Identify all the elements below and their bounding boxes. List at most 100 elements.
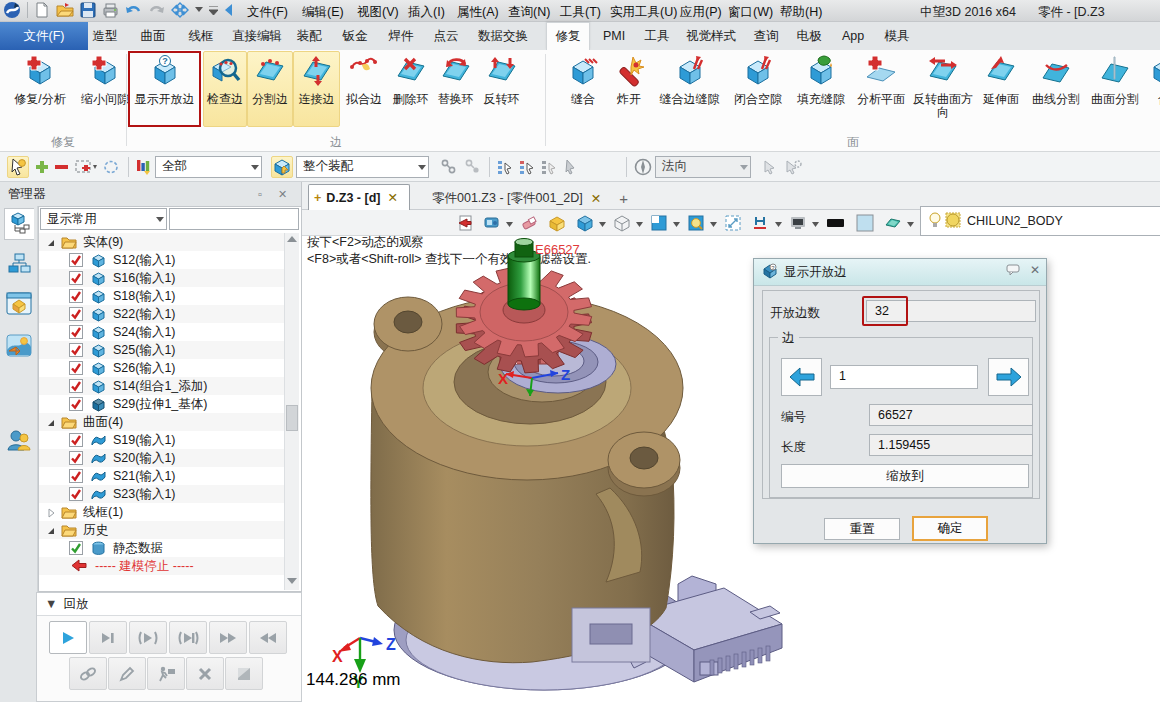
dialog-close-icon[interactable]: ✕ <box>1030 263 1040 277</box>
assembly-tab-icon[interactable] <box>4 248 34 280</box>
tab-13[interactable]: 视觉样式 <box>680 22 742 50</box>
tab-5[interactable]: 装配 <box>289 22 329 50</box>
tree-item[interactable]: S23(输入1) <box>39 485 284 503</box>
scroll-thumb[interactable] <box>286 405 298 431</box>
tree-item[interactable]: S16(输入1) <box>39 269 284 287</box>
collapse-ribbon-icon[interactable] <box>224 4 233 16</box>
ribbon-button-loop-flip[interactable]: 反转环 <box>479 51 524 127</box>
tree-item[interactable]: S19(输入1) <box>39 431 284 449</box>
print-button[interactable] <box>102 3 119 18</box>
stop-state-button[interactable] <box>225 657 263 690</box>
view-rotate-button[interactable] <box>171 2 189 18</box>
menu-6[interactable]: 查询(N) <box>508 4 550 21</box>
add-select-icon[interactable] <box>35 160 49 174</box>
tab-11[interactable]: PMI <box>594 22 634 50</box>
dropdown-arrow-icon[interactable] <box>812 216 819 230</box>
list-pick-icon2[interactable] <box>519 159 535 175</box>
tree-search-input[interactable] <box>169 208 299 230</box>
edge-index-field[interactable]: 1 <box>830 365 978 389</box>
tree-item[interactable]: ----- 建模停止 ----- <box>39 557 284 575</box>
reset-button[interactable]: 重置 <box>824 518 900 540</box>
tree-item[interactable]: 历史 <box>39 521 284 539</box>
document-tab-active[interactable]: + D.Z3 - [d] ✕ <box>308 184 410 210</box>
ribbon-button-loop-x[interactable]: 删除环 <box>388 51 433 127</box>
ok-button[interactable]: 确定 <box>912 516 988 541</box>
undo-button[interactable] <box>125 3 142 17</box>
tab-8[interactable]: 点云 <box>426 22 466 50</box>
regen-link-button[interactable] <box>69 657 107 690</box>
document-tab-inactive[interactable]: 零件001.Z3 - [零件001_2D] ✕ + <box>432 186 628 210</box>
tab-14[interactable]: 查询 <box>746 22 786 50</box>
tab-7[interactable]: 焊件 <box>381 22 421 50</box>
dropdown-arrow-icon[interactable] <box>506 216 513 230</box>
tab-1[interactable]: 造型 <box>85 22 125 50</box>
scope-dropdown[interactable]: 整个装配 <box>296 156 429 178</box>
tab-file[interactable]: 文件(F) <box>0 22 88 50</box>
menu-4[interactable]: 插入(I) <box>408 4 445 21</box>
tab-4[interactable]: 直接编辑 <box>226 22 288 50</box>
corner-view-icon[interactable] <box>650 214 668 232</box>
new-file-button[interactable] <box>34 2 50 18</box>
ribbon-button-box-cross[interactable]: 修复/分析 <box>9 51 71 127</box>
rewind-button[interactable] <box>249 621 287 654</box>
menu-5[interactable]: 属性(A) <box>457 4 499 21</box>
eraser-icon[interactable] <box>520 214 538 232</box>
manager-tab-icon[interactable] <box>4 208 34 240</box>
visibility-checkbox[interactable] <box>69 469 83 486</box>
bulb-icon[interactable] <box>929 212 941 231</box>
tab-16[interactable]: App <box>833 22 873 50</box>
tree-item[interactable]: 实体(9) <box>39 233 284 251</box>
ribbon-button-box-stitch[interactable]: 缝合 <box>561 51 605 127</box>
tab-6[interactable]: 钣金 <box>335 22 375 50</box>
ribbon-button-surface-dot[interactable]: 分割边 <box>247 51 293 127</box>
bg-swatch-icon[interactable] <box>856 214 874 232</box>
tree-item[interactable]: 线框(1) <box>39 503 284 521</box>
visibility-checkbox[interactable] <box>69 487 83 504</box>
display-mode-icon[interactable] <box>483 214 501 232</box>
shade-box-icon[interactable] <box>548 214 566 232</box>
play-to-feature-button[interactable] <box>129 621 167 654</box>
ribbon-button-box-fill[interactable]: 填充缝隙 <box>791 51 851 127</box>
dropdown-arrow-icon[interactable] <box>636 216 643 230</box>
visibility-checkbox[interactable] <box>69 271 83 288</box>
visibility-checkbox[interactable] <box>69 397 83 414</box>
ribbon-button-box-magnifier[interactable]: 检查边 <box>203 51 247 127</box>
open-file-button[interactable] <box>56 2 74 18</box>
surface-mode-icon[interactable] <box>884 214 902 232</box>
save-button[interactable] <box>80 2 96 18</box>
visibility-checkbox[interactable] <box>69 289 83 306</box>
pick-normal-icon1[interactable] <box>762 159 778 175</box>
dropdown-arrow-icon[interactable] <box>907 216 914 230</box>
prev-edge-button[interactable] <box>781 358 822 396</box>
dropdown-arrow-icon[interactable] <box>710 216 717 230</box>
tree-item[interactable]: S14(组合1_添加) <box>39 377 284 395</box>
visibility-checkbox[interactable] <box>69 307 83 324</box>
ribbon-button-box-seam[interactable]: 闭合空隙 <box>727 51 789 127</box>
ribbon-button-surface-arrows[interactable]: 连接边 <box>293 51 340 127</box>
zoom-window-icon[interactable] <box>687 214 705 232</box>
ribbon-button-box-seam[interactable]: 缝合边缝隙 <box>653 51 726 127</box>
next-edge-button[interactable] <box>988 358 1029 396</box>
play-button[interactable] <box>49 621 87 654</box>
tree-item[interactable]: S26(输入1) <box>39 359 284 377</box>
list-pick-icon3[interactable] <box>541 159 557 175</box>
tree-item[interactable]: S25(输入1) <box>39 341 284 359</box>
monitor-icon[interactable] <box>789 214 807 232</box>
user-tab-icon[interactable] <box>4 424 34 456</box>
tree-scrollbar[interactable] <box>284 233 299 590</box>
pick-normal-icon2[interactable] <box>784 159 802 175</box>
normal-dropdown[interactable]: 法向 <box>655 156 751 178</box>
tree-item[interactable]: S12(输入1) <box>39 251 284 269</box>
play-through-button[interactable] <box>169 621 207 654</box>
marquee-select-icon[interactable] <box>75 159 97 175</box>
menu-8[interactable]: 实用工具(U) <box>610 4 677 21</box>
tree-item[interactable]: 曲面(4) <box>39 413 284 431</box>
tab-9[interactable]: 数据交换 <box>472 22 534 50</box>
ribbon-button-surface-flip[interactable]: 反转曲面方向 <box>911 51 975 127</box>
visibility-checkbox[interactable] <box>69 253 83 270</box>
menu-7[interactable]: 工具(T) <box>560 4 601 21</box>
ribbon-button-loop-swap[interactable]: 替换环 <box>433 51 478 127</box>
relate-icon1[interactable] <box>440 159 458 175</box>
ribbon-button-box-stitch[interactable]: 合 <box>1145 51 1160 127</box>
tree-twisty-icon[interactable] <box>46 237 56 251</box>
